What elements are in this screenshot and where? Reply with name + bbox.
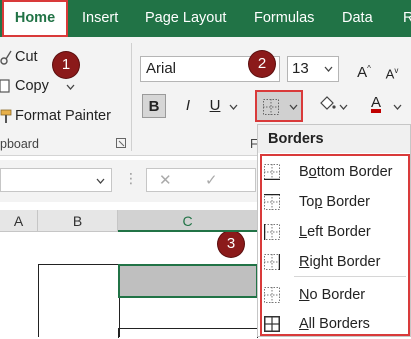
left-border-icon [264, 224, 280, 240]
bottom-border-icon [264, 164, 280, 180]
group-separator [131, 43, 132, 151]
column-header-a[interactable]: A [0, 210, 38, 232]
no-border-icon [264, 287, 280, 303]
tab-page-layout[interactable]: Page Layout [145, 0, 226, 37]
top-border-icon [264, 194, 280, 210]
chevron-down-icon[interactable] [324, 66, 333, 72]
label-suffix: eft Border [307, 224, 371, 240]
label-prefix: B [299, 164, 309, 180]
scissors-icon [0, 50, 12, 65]
chevron-down-icon[interactable] [393, 104, 402, 110]
menu-item-label: All Borders [299, 316, 370, 332]
menu-item-right-border[interactable]: Right Border [258, 249, 410, 277]
grow-font-button[interactable]: A^ [352, 57, 376, 81]
label-suffix: o Border [309, 287, 366, 303]
chevron-down-icon[interactable] [229, 104, 238, 110]
borders-button[interactable] [255, 90, 303, 122]
font-size-box[interactable]: 13 [287, 56, 339, 82]
chevron-down-icon[interactable] [66, 84, 75, 90]
chevron-down-icon[interactable] [339, 104, 348, 110]
label-suffix: Border [322, 194, 370, 210]
format-painter-icon [0, 109, 12, 123]
label-suffix: ttom Border [316, 164, 393, 180]
chevron-down-icon [289, 104, 298, 110]
shrink-font-button[interactable]: Av [380, 59, 404, 83]
column-header-b[interactable]: B [38, 210, 118, 232]
cancel-icon[interactable]: ✕ [159, 171, 172, 189]
all-borders-icon [264, 316, 280, 332]
menu-item-all-borders[interactable]: All Borders [258, 311, 410, 339]
tab-review[interactable]: R [403, 0, 411, 37]
menu-item-label: No Border [299, 287, 365, 303]
underline-button[interactable]: U [203, 94, 227, 118]
bordered-cell-range [38, 264, 120, 337]
name-box[interactable] [0, 168, 112, 192]
borders-dropdown: Borders Bottom Border Top Border Left Bo… [257, 124, 411, 337]
menu-item-label: Top Border [299, 194, 370, 210]
grow-font-label: A [357, 64, 368, 81]
column-header-c[interactable]: C [118, 210, 258, 232]
menu-item-label: Right Border [299, 254, 380, 270]
fill-color-icon[interactable] [318, 95, 336, 115]
enter-icon[interactable]: ✓ [205, 171, 218, 189]
right-border-icon [264, 254, 280, 270]
tab-insert[interactable]: Insert [82, 0, 118, 37]
format-painter-button[interactable]: Format Painter [15, 108, 111, 124]
accelerator-key: N [299, 287, 310, 303]
copy-icon [0, 79, 10, 93]
step-marker-1: 1 [53, 52, 79, 78]
accelerator-key: A [299, 316, 309, 332]
accelerator-key: o [308, 164, 317, 180]
menu-item-no-border[interactable]: No Border [258, 282, 410, 310]
tab-home[interactable]: Home [2, 0, 68, 37]
borders-menu-header: Borders [258, 125, 410, 153]
label-suffix: ight Border [309, 254, 381, 270]
step-marker-2: 2 [249, 51, 275, 77]
accelerator-key: R [299, 254, 310, 270]
label-prefix: To [299, 194, 315, 210]
menu-item-label: Bottom Border [299, 164, 393, 180]
cut-button[interactable]: Cut [15, 49, 38, 65]
tab-data[interactable]: Data [342, 0, 373, 37]
ribbon-tab-bar: Home Insert Page Layout Formulas Data R [0, 0, 411, 37]
menu-item-label: Left Border [299, 224, 371, 240]
font-color-button[interactable]: A [364, 91, 388, 115]
chevron-down-icon[interactable] [96, 178, 105, 184]
formula-bar-grip: ⋮ [124, 170, 138, 186]
step-marker-3: 3 [218, 231, 244, 257]
italic-button[interactable]: I [176, 94, 200, 118]
menu-item-left-border[interactable]: Left Border [258, 219, 410, 247]
font-size-value: 13 [292, 60, 309, 77]
dialog-launcher-icon[interactable] [116, 138, 126, 148]
clipboard-group-label: pboard [0, 137, 39, 151]
menu-item-top-border[interactable]: Top Border [258, 189, 410, 217]
formula-buttons: ✕ ✓ [146, 168, 256, 192]
bold-button[interactable]: B [142, 94, 166, 118]
menu-item-bottom-border[interactable]: Bottom Border [258, 159, 410, 187]
label-suffix: ll Borders [308, 316, 370, 332]
copy-button[interactable]: Copy [15, 78, 49, 94]
selected-cell[interactable] [118, 264, 258, 298]
border-icon [263, 99, 279, 115]
tab-formulas[interactable]: Formulas [254, 0, 314, 37]
menu-divider [294, 276, 406, 277]
accelerator-key: L [299, 224, 308, 240]
